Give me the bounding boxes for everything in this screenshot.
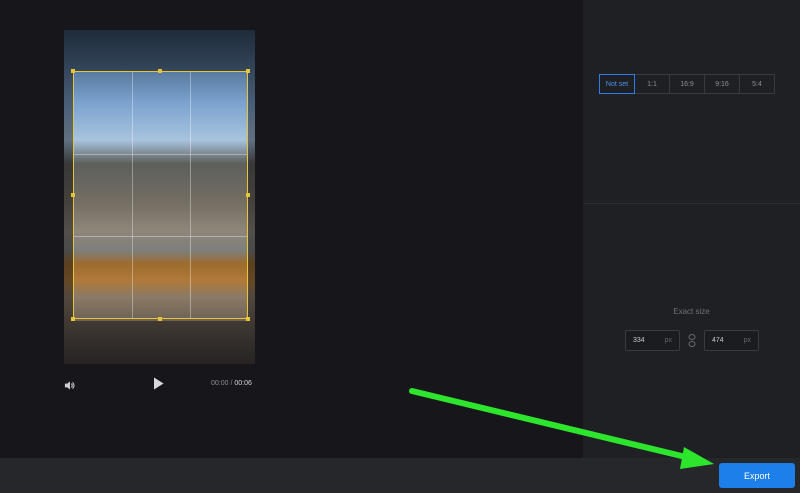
link-icon[interactable] <box>688 334 696 352</box>
exact-size-label: Exact size <box>673 307 710 316</box>
crop-handle-top-right[interactable] <box>246 69 250 73</box>
height-value: 474 <box>712 337 724 344</box>
crop-handle-bottom-right[interactable] <box>246 317 250 321</box>
duration: 00:06 <box>234 380 252 387</box>
play-icon[interactable] <box>153 377 164 395</box>
crop-dim-bottom <box>64 321 255 364</box>
ratio-9-16[interactable]: 9:16 <box>704 74 740 94</box>
width-field[interactable]: 334 px <box>625 330 680 351</box>
ratio-5-4[interactable]: 5:4 <box>739 74 775 94</box>
panel-divider <box>583 203 800 204</box>
player-controls: 00:00 / 00:06 <box>60 374 260 394</box>
ratio-1-1[interactable]: 1:1 <box>634 74 670 94</box>
height-field[interactable]: 474 px <box>704 330 759 351</box>
crop-grid-line <box>74 236 247 237</box>
playback-time: 00:00 / 00:06 <box>211 380 252 387</box>
aspect-ratio-selector: Not set 1:1 16:9 9:16 5:4 <box>599 74 775 94</box>
editor-stage: 00:00 / 00:06 <box>0 0 583 458</box>
footer-bar <box>0 458 800 493</box>
volume-icon[interactable] <box>64 378 75 396</box>
crop-handle-top[interactable] <box>158 69 162 73</box>
height-unit: px <box>743 337 751 344</box>
crop-handle-top-left[interactable] <box>71 69 75 73</box>
crop-grid-line <box>74 154 247 155</box>
crop-handle-bottom[interactable] <box>158 317 162 321</box>
crop-handle-right[interactable] <box>246 193 250 197</box>
current-time: 00:00 <box>211 380 229 387</box>
width-value: 334 <box>633 337 645 344</box>
crop-grid-line <box>132 72 133 318</box>
crop-handle-left[interactable] <box>71 193 75 197</box>
width-unit: px <box>664 337 672 344</box>
crop-frame[interactable] <box>71 69 250 321</box>
crop-handle-bottom-left[interactable] <box>71 317 75 321</box>
settings-panel <box>583 0 800 458</box>
crop-dim-top <box>64 30 255 71</box>
ratio-not-set[interactable]: Not set <box>599 74 635 94</box>
time-separator: / <box>230 380 233 387</box>
crop-grid-line <box>190 72 191 318</box>
ratio-16-9[interactable]: 16:9 <box>669 74 705 94</box>
export-button[interactable]: Export <box>719 463 795 488</box>
